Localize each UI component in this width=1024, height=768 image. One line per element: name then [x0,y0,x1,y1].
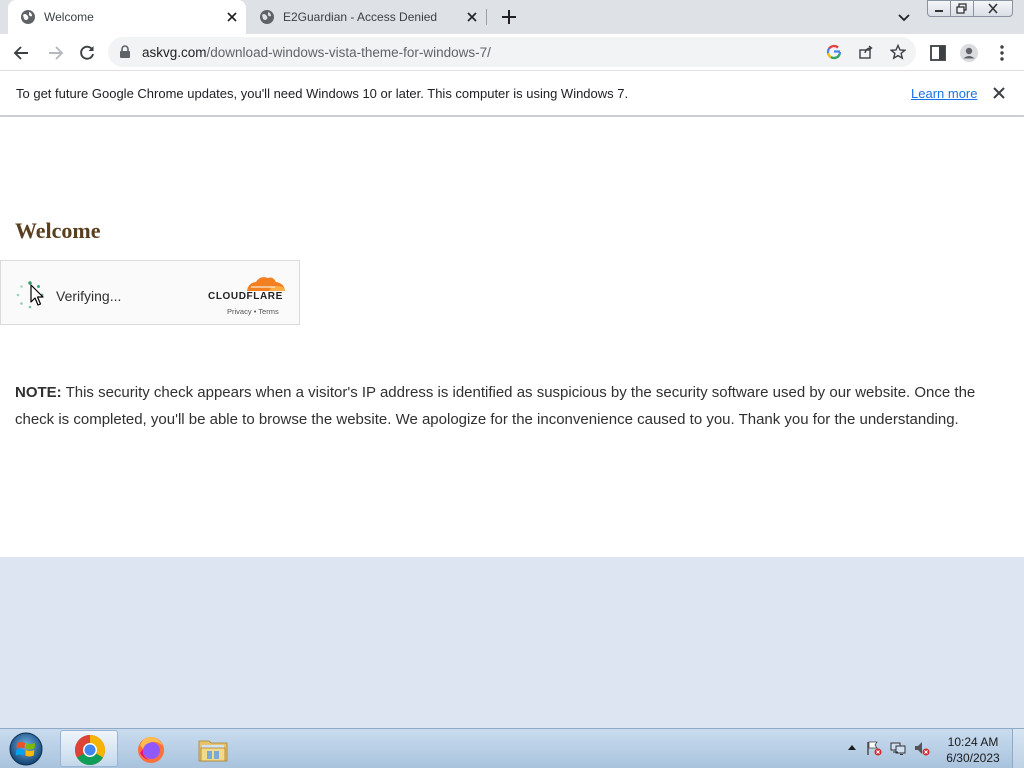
clock-date: 6/30/2023 [946,751,1000,765]
url-path: /download-windows-vista-theme-for-window… [206,45,491,60]
note-text: This security check appears when a visit… [15,384,976,428]
globe-icon [21,10,35,24]
browser-toolbar: askvg.com/download-windows-vista-theme-f… [0,34,1024,71]
address-bar[interactable]: askvg.com/download-windows-vista-theme-f… [108,37,916,67]
close-icon [988,3,998,14]
close-tab-icon[interactable] [224,9,240,25]
chevron-down-icon[interactable] [896,9,912,25]
reload-icon[interactable] [77,43,97,63]
tab-e2guardian[interactable]: E2Guardian - Access Denied [250,0,486,34]
privacy-link[interactable]: Privacy [227,307,252,316]
share-icon[interactable] [858,44,874,60]
close-icon[interactable] [991,85,1007,101]
action-center-flag-icon[interactable] [866,740,882,756]
security-note: NOTE: This security check appears when a… [15,379,1005,433]
network-icon[interactable] [890,740,906,756]
learn-more-link[interactable]: Learn more [911,86,977,101]
cloudflare-verification-widget[interactable]: Verifying... CLOUDFLARE Privacy • Terms [0,260,300,325]
profile-icon[interactable] [959,43,979,63]
kebab-menu-icon[interactable] [992,43,1012,63]
terms-link[interactable]: Terms [258,307,278,316]
tab-separator [486,9,487,25]
clock-time: 10:24 AM [947,735,999,749]
side-panel-icon[interactable] [928,43,948,63]
page-content: Welcome Verifying... CLOUDFLARE Privacy … [0,117,1024,557]
forward-arrow-icon[interactable] [45,43,65,63]
minimize-button[interactable] [927,0,951,17]
tab-strip: Welcome E2Guardian - Access Denied [0,0,1024,34]
globe-icon [260,10,274,24]
restore-icon [956,3,967,14]
show-desktop-button[interactable] [1012,729,1024,768]
firefox-icon [138,736,164,763]
mouse-cursor-icon [30,284,44,306]
tab-welcome[interactable]: Welcome [8,0,246,34]
url-host: askvg.com [142,45,207,60]
tab-title: E2Guardian - Access Denied [283,10,438,24]
star-icon[interactable] [890,44,906,60]
volume-muted-icon[interactable] [914,740,930,756]
file-explorer-icon [198,740,228,762]
close-window-button[interactable] [973,0,1013,17]
link-separator: • [253,307,257,316]
taskbar-chrome-button[interactable] [60,730,118,767]
cloudflare-links: Privacy • Terms [227,307,279,316]
new-tab-icon[interactable] [499,7,519,27]
lock-icon[interactable] [118,45,132,59]
url-text: askvg.com/download-windows-vista-theme-f… [142,45,491,60]
show-hidden-icons-arrow-icon[interactable] [844,740,860,756]
taskbar-explorer-button[interactable] [184,730,242,767]
google-translate-icon[interactable] [826,44,842,60]
page-title: Welcome [15,218,101,243]
tab-title: Welcome [44,10,94,24]
cloudflare-logo-text: CLOUDFLARE [208,291,283,302]
close-tab-icon[interactable] [464,9,480,25]
windows-start-icon[interactable] [6,731,46,767]
system-clock[interactable]: 10:24 AM 6/30/2023 [942,734,1004,766]
back-arrow-icon[interactable] [12,43,32,63]
verification-status: Verifying... [56,288,122,304]
update-infobar: To get future Google Chrome updates, you… [0,71,1024,116]
window-controls [927,0,1013,18]
chrome-icon [74,735,106,766]
minimize-icon [935,9,943,12]
restore-button[interactable] [950,0,974,17]
windows-taskbar: 10:24 AM 6/30/2023 [0,728,1024,768]
taskbar-firefox-button[interactable] [122,730,180,767]
note-label: NOTE: [15,384,62,401]
infobar-message: To get future Google Chrome updates, you… [16,86,629,101]
